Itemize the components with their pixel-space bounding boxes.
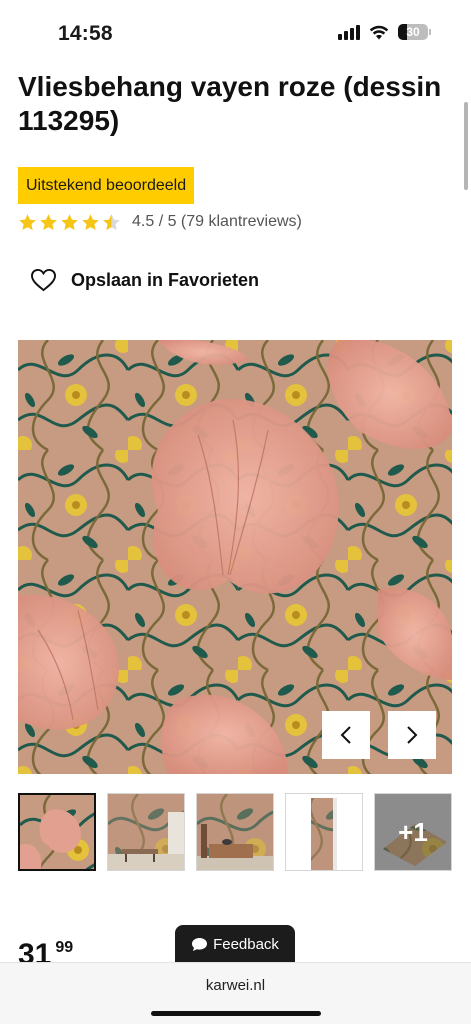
- rating-badge: Uitstekend beoordeeld: [18, 167, 195, 204]
- product-main-image[interactable]: [18, 340, 452, 774]
- thumbnail-panel[interactable]: [285, 793, 363, 871]
- half-star-icon: [102, 213, 121, 232]
- gallery-prev-button[interactable]: [322, 711, 370, 759]
- star-icon: [81, 213, 100, 232]
- wifi-icon: [369, 25, 389, 39]
- gallery-thumbnails: +1: [18, 793, 452, 871]
- rating-row[interactable]: 4.5 / 5 (79 klantreviews): [18, 210, 302, 234]
- battery-icon: 30: [398, 24, 431, 40]
- page-scrollbar[interactable]: [464, 102, 468, 190]
- status-time: 14:58: [58, 22, 113, 45]
- chevron-left-icon: [340, 726, 351, 744]
- browser-bottom-bar: karwei.nl: [0, 962, 471, 1024]
- rating-stars: [18, 213, 121, 232]
- url-display[interactable]: karwei.nl: [0, 977, 471, 994]
- home-indicator[interactable]: [151, 1011, 321, 1016]
- status-icons: 30: [338, 24, 431, 40]
- save-favorites-button[interactable]: Opslaan in Favorieten: [30, 268, 259, 292]
- feedback-button[interactable]: Feedback: [175, 925, 295, 963]
- star-icon: [39, 213, 58, 232]
- price-cents: 99: [55, 939, 74, 956]
- thumbnail-more-button[interactable]: +1: [374, 793, 452, 871]
- star-icon: [60, 213, 79, 232]
- feedback-label: Feedback: [213, 935, 279, 953]
- chat-bubble-icon: [191, 937, 208, 952]
- thumbnail-room-1[interactable]: [107, 793, 185, 871]
- product-title: Vliesbehang vayen roze (dessin 113295): [18, 71, 442, 136]
- status-bar: 14:58 30: [0, 0, 471, 66]
- heart-icon: [30, 268, 57, 292]
- chevron-right-icon: [407, 726, 418, 744]
- battery-level: 30: [406, 25, 420, 39]
- star-icon: [18, 213, 37, 232]
- rating-text: 4.5 / 5 (79 klantreviews): [132, 213, 302, 230]
- wallpaper-pattern: [18, 340, 452, 774]
- gallery-next-button[interactable]: [388, 711, 436, 759]
- more-images-label: +1: [398, 816, 428, 847]
- cellular-signal-icon: [338, 24, 360, 40]
- thumbnail-room-2[interactable]: [196, 793, 274, 871]
- thumbnail-pattern[interactable]: [18, 793, 96, 871]
- favorites-label: Opslaan in Favorieten: [71, 269, 260, 290]
